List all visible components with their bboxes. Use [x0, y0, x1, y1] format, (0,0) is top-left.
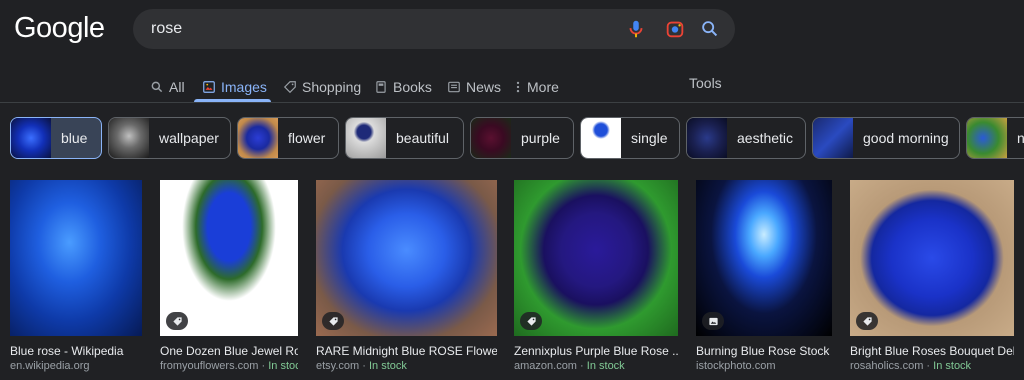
separator: · [261, 360, 266, 372]
tab-label: News [466, 79, 502, 95]
image-results-grid: Blue rose - Wikipedia en.wikipedia.org O… [0, 180, 1024, 380]
chip-label: single [631, 130, 668, 146]
news-icon [448, 81, 460, 93]
chip-thumbnail [967, 118, 1007, 158]
tag-icon [328, 316, 338, 326]
result-source: rosaholics.com · In stock [850, 360, 1014, 372]
result-source: en.wikipedia.org [10, 360, 142, 372]
header-divider [0, 102, 1024, 103]
chip-thumbnail [581, 118, 621, 158]
chip-label: aesthetic [737, 130, 794, 146]
result-title[interactable]: Bright Blue Roses Bouquet Deli... [850, 344, 1014, 358]
tab-label: More [527, 79, 559, 95]
result-title[interactable]: Burning Blue Rose Stock ... [696, 344, 832, 358]
more-vert-icon [516, 81, 520, 93]
result-title[interactable]: Zennixplus Purple Blue Rose ... [514, 344, 678, 358]
tab-label: All [169, 79, 185, 95]
chip-thumbnail [109, 118, 149, 158]
stock-status: In stock [268, 360, 298, 372]
result-source: amazon.com · In stock [514, 360, 678, 372]
result-image[interactable] [514, 180, 678, 336]
tag-icon [172, 316, 182, 326]
chip-label: purple [521, 130, 560, 146]
result-source: fromyouflowers.com · In stock [160, 360, 298, 372]
chip-label: blue [61, 130, 88, 146]
tab-label: Shopping [302, 79, 362, 95]
tab-shopping[interactable]: Shopping [283, 72, 361, 102]
source-domain: amazon.com [514, 360, 577, 372]
search-icon[interactable] [699, 18, 721, 40]
chip-beautiful[interactable]: beautiful [345, 117, 464, 159]
tab-news[interactable]: News [447, 72, 501, 102]
chip-aesthetic[interactable]: aesthetic [686, 117, 806, 159]
stock-status: In stock [933, 360, 972, 372]
stock-status: In stock [586, 360, 625, 372]
result-source: etsy.com · In stock [316, 360, 497, 372]
result-image[interactable] [696, 180, 832, 336]
tab-label: Images [221, 79, 267, 95]
result-title[interactable]: Blue rose - Wikipedia [10, 344, 142, 358]
chip-thumbnail [11, 118, 51, 158]
book-icon [376, 81, 386, 93]
search-box[interactable]: rose [133, 9, 735, 49]
chip-thumbnail [238, 118, 278, 158]
chip-thumbnail [813, 118, 853, 158]
source-domain: rosaholics.com [850, 360, 924, 372]
chip-label: flower [288, 130, 326, 146]
chip-thumbnail [687, 118, 727, 158]
product-badge [520, 312, 542, 330]
search-icon [151, 81, 163, 93]
chip-thumbnail [346, 118, 386, 158]
chip-blue[interactable]: blue [10, 117, 102, 159]
chip-flower[interactable]: flower [237, 117, 339, 159]
chip-label: beautiful [396, 130, 449, 146]
google-logo[interactable]: Google [14, 12, 105, 45]
product-badge [856, 312, 878, 330]
chip-n[interactable]: n [966, 117, 1024, 159]
tag-icon [526, 316, 536, 326]
result-image[interactable] [160, 180, 298, 336]
tab-label: Books [393, 79, 432, 95]
source-domain: istockphoto.com [696, 360, 776, 372]
tab-books[interactable]: Books [374, 72, 432, 102]
tag-icon [862, 316, 872, 326]
source-domain: fromyouflowers.com [160, 360, 259, 372]
tab-more[interactable]: More [514, 72, 559, 102]
search-tabs: All Images Shopping Books News More [150, 72, 750, 102]
chip-label: n [1007, 130, 1024, 146]
result-image[interactable] [316, 180, 497, 336]
result-image[interactable] [10, 180, 142, 336]
images-icon [203, 81, 215, 93]
result-title[interactable]: RARE Midnight Blue ROSE Flower ... [316, 344, 497, 358]
separator: · [580, 360, 584, 372]
search-input[interactable]: rose [151, 20, 182, 38]
related-searches-bar: blue wallpaper flower beautiful purple s… [0, 117, 1024, 159]
tab-all[interactable]: All [150, 72, 185, 102]
chip-label: good morning [863, 130, 949, 146]
chip-good-morning[interactable]: good morning [812, 117, 960, 159]
separator: · [362, 360, 366, 372]
tab-images[interactable]: Images [202, 72, 267, 102]
image-icon [708, 317, 718, 325]
result-image[interactable] [850, 180, 1014, 336]
chip-wallpaper[interactable]: wallpaper [108, 117, 231, 159]
chip-single[interactable]: single [580, 117, 680, 159]
separator: · [926, 360, 931, 372]
stock-status: In stock [369, 360, 407, 372]
source-domain: en.wikipedia.org [10, 360, 90, 372]
camera-lens-icon[interactable] [664, 18, 686, 40]
chip-thumbnail [471, 118, 511, 158]
product-badge [322, 312, 344, 330]
microphone-icon[interactable] [625, 18, 647, 40]
tools-button[interactable]: Tools [689, 75, 722, 91]
chip-label: wallpaper [159, 130, 219, 146]
source-domain: etsy.com [316, 360, 360, 372]
stock-photo-badge [702, 312, 724, 330]
product-badge [166, 312, 188, 330]
result-source: istockphoto.com [696, 360, 832, 372]
result-title[interactable]: One Dozen Blue Jewel Ro... [160, 344, 298, 358]
tag-icon [283, 81, 296, 94]
chip-purple[interactable]: purple [470, 117, 574, 159]
